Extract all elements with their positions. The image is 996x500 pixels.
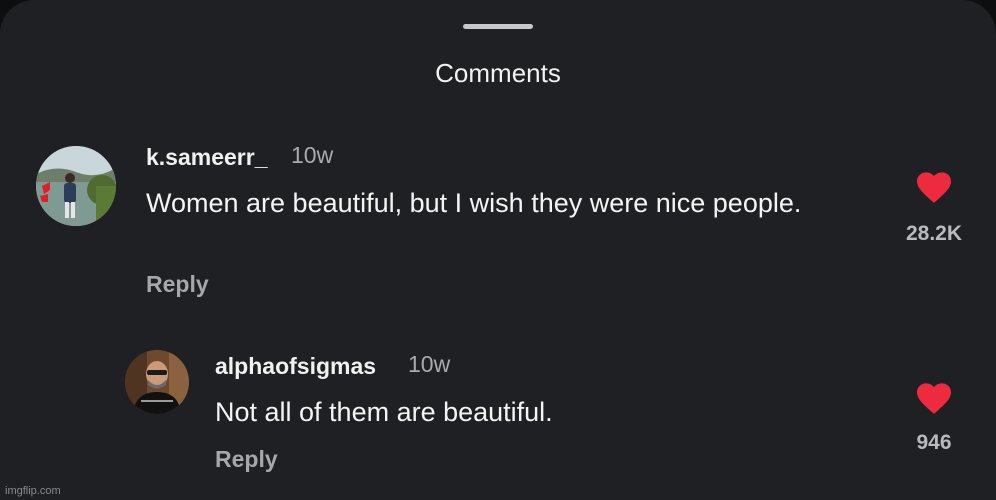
drag-handle[interactable]	[463, 24, 533, 29]
comment-text: Not all of them are beautiful.	[215, 397, 553, 427]
watermark: imgflip.com	[5, 485, 61, 497]
heart-icon[interactable]	[917, 172, 951, 204]
comment-timestamp: 10w	[408, 351, 451, 377]
reply-button[interactable]: Reply	[215, 446, 278, 473]
comment-text: Women are beautiful, but I wish they wer…	[146, 188, 802, 218]
avatar[interactable]	[36, 146, 116, 226]
comment-username[interactable]: k.sameerr_	[146, 144, 268, 171]
comments-sheet: Comments k.sameerr_ 10w Women are beauti…	[0, 0, 996, 500]
like-count: 946	[916, 431, 952, 454]
comment-timestamp: 10w	[291, 142, 334, 168]
avatar[interactable]	[125, 350, 189, 414]
heart-icon[interactable]	[917, 383, 951, 415]
like-count: 28.2K	[905, 222, 963, 245]
comment-username[interactable]: alphaofsigmas	[215, 353, 376, 380]
reply-button[interactable]: Reply	[146, 271, 209, 298]
sheet-title: Comments	[435, 58, 561, 88]
